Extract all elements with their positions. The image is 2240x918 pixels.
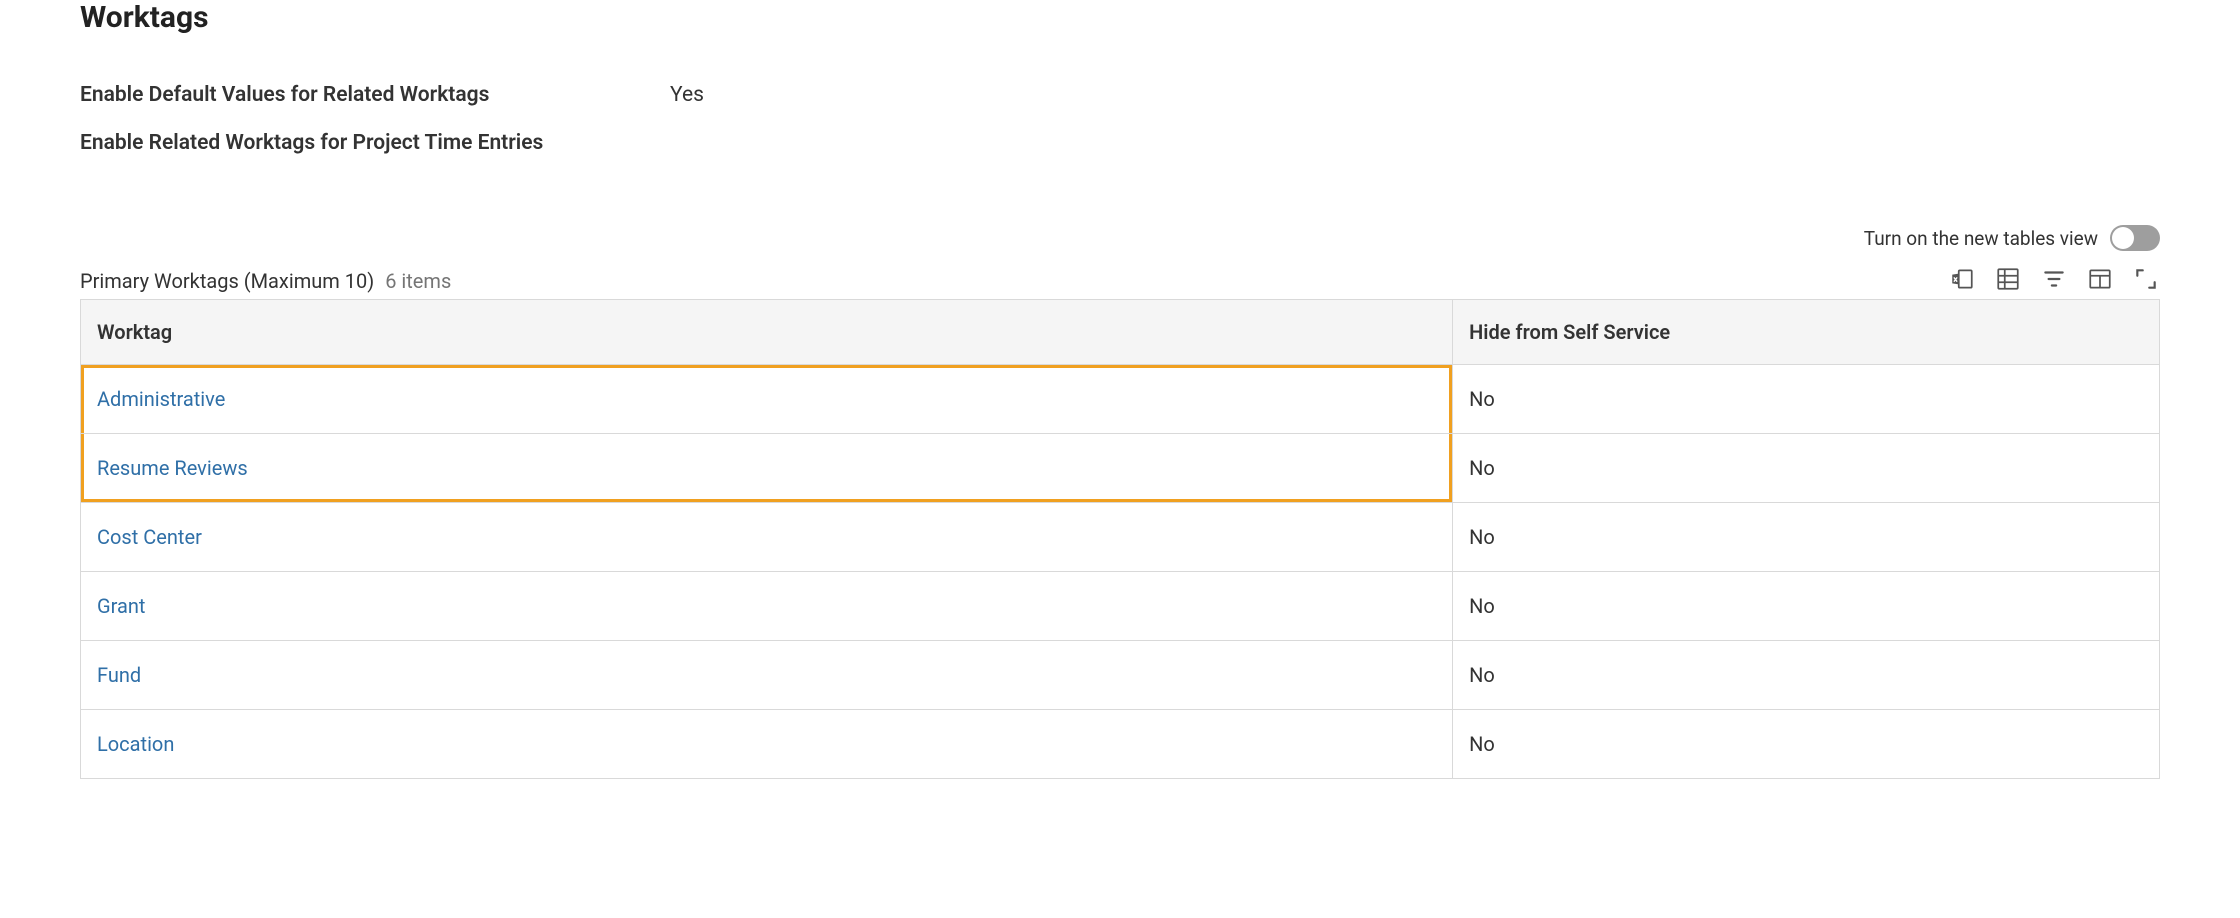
cell-worktag: Administrative [81,365,1453,434]
worktag-link[interactable]: Fund [97,663,141,687]
table-header-row: Worktag Hide from Self Service [81,300,2160,365]
cell-worktag: Location [81,710,1453,779]
cell-worktag: Cost Center [81,503,1453,572]
cell-hide: No [1453,365,2160,434]
worktag-link[interactable]: Location [97,732,174,756]
cell-worktag: Resume Reviews [81,434,1453,503]
grid-view-icon[interactable] [1994,265,2022,293]
worktag-link[interactable]: Grant [97,594,145,618]
field-project-time: Enable Related Worktags for Project Time… [80,131,2160,155]
cell-worktag: Fund [81,641,1453,710]
worktag-link[interactable]: Cost Center [97,525,202,549]
field-label: Enable Related Worktags for Project Time… [80,131,610,155]
col-header-hide[interactable]: Hide from Self Service [1453,300,2160,365]
field-value: Yes [610,83,704,107]
cell-hide: No [1453,572,2160,641]
table-row: Location No [81,710,2160,779]
tables-view-toggle[interactable] [2110,225,2160,251]
table-caption: Primary Worktags (Maximum 10) 6 items [80,269,451,293]
export-excel-icon[interactable] [1948,265,1976,293]
section-title: Worktags [80,0,2160,35]
table-caption-text: Primary Worktags (Maximum 10) [80,269,374,293]
cell-hide: No [1453,641,2160,710]
tables-view-toggle-label: Turn on the new tables view [1864,227,2098,250]
field-default-values: Enable Default Values for Related Workta… [80,83,2160,107]
col-header-worktag[interactable]: Worktag [81,300,1453,365]
fullscreen-icon[interactable] [2132,265,2160,293]
table-item-count: 6 items [385,269,451,293]
table-row: Grant No [81,572,2160,641]
table-row: Cost Center No [81,503,2160,572]
table-row: Resume Reviews No [81,434,2160,503]
cell-hide: No [1453,434,2160,503]
table-row: Administrative No [81,365,2160,434]
columns-icon[interactable] [2086,265,2114,293]
tables-view-toggle-row: Turn on the new tables view [1864,225,2160,251]
table-row: Fund No [81,641,2160,710]
filter-icon[interactable] [2040,265,2068,293]
worktag-link[interactable]: Administrative [97,387,225,411]
cell-worktag: Grant [81,572,1453,641]
cell-hide: No [1453,710,2160,779]
cell-hide: No [1453,503,2160,572]
primary-worktags-table: Worktag Hide from Self Service Administr… [80,299,2160,779]
worktag-link[interactable]: Resume Reviews [97,456,248,480]
table-actions [1948,265,2160,293]
field-label: Enable Default Values for Related Workta… [80,83,610,107]
